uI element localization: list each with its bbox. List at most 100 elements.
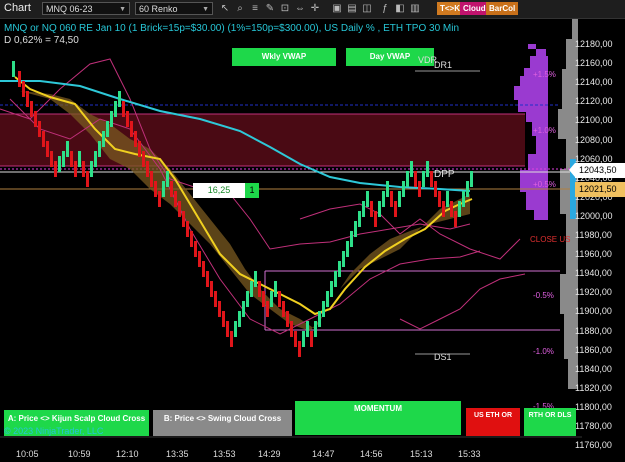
up-brick: [234, 321, 237, 337]
price-tick: 11880,00: [575, 325, 612, 336]
time-tick: 15:33: [458, 449, 481, 459]
barcol-tag[interactable]: BarCol: [486, 2, 519, 15]
indicator-icon[interactable]: ƒ: [378, 2, 392, 15]
down-brick: [170, 181, 173, 197]
down-brick: [218, 301, 221, 317]
up-brick: [166, 171, 169, 187]
up-brick: [58, 156, 61, 172]
momentum-button[interactable]: MOMENTUM: [295, 401, 461, 435]
up-brick: [426, 161, 429, 177]
down-brick: [186, 221, 189, 237]
down-brick: [38, 121, 41, 137]
down-brick: [154, 181, 157, 197]
rth-or-dls-button[interactable]: RTH OR DLS: [524, 408, 576, 436]
price-swing-cloud-button[interactable]: B: Price <> Swing Cloud Cross: [153, 410, 292, 436]
bar-type-selector[interactable]: 60 Renko ▼: [135, 2, 213, 15]
down-brick: [290, 321, 293, 337]
time-tick: 14:56: [360, 449, 383, 459]
crosshair-icon[interactable]: ✛: [308, 2, 322, 15]
up-brick: [338, 261, 341, 277]
up-brick: [98, 141, 101, 157]
down-brick: [434, 181, 437, 197]
price-tick: 11900,00: [575, 306, 612, 317]
down-brick: [134, 131, 137, 147]
time-tick: 12:10: [116, 449, 139, 459]
price-tick: 12080,00: [575, 134, 613, 145]
dr1-label: DR1: [434, 60, 453, 70]
down-brick: [374, 211, 377, 227]
down-brick: [202, 261, 205, 277]
pct-label: +0.5%: [533, 180, 556, 189]
strategy-icon[interactable]: ◧: [393, 2, 407, 15]
current-price-badge: 12043,50: [575, 163, 625, 178]
properties-icon[interactable]: ≡: [248, 2, 262, 15]
cloud-tag[interactable]: Cloud: [460, 2, 489, 15]
scroll-icon[interactable]: ⇔: [293, 2, 307, 15]
chart-info-line2: D 0,62% = 74,50: [4, 35, 79, 46]
chart-style-icon[interactable]: ▤: [345, 2, 359, 15]
draw-tool-icon[interactable]: ✎: [263, 2, 277, 15]
price-tick: 11940,00: [575, 268, 612, 279]
down-brick: [262, 291, 265, 307]
up-brick: [12, 61, 15, 77]
up-brick: [362, 201, 365, 217]
up-brick: [302, 331, 305, 347]
instrument-icon[interactable]: ▣: [330, 2, 344, 15]
up-brick: [90, 161, 93, 177]
down-brick: [26, 91, 29, 107]
weekly-vwap-button[interactable]: Wkly VWAP: [232, 48, 336, 66]
down-brick: [430, 171, 433, 187]
down-brick: [418, 181, 421, 197]
down-brick: [310, 331, 313, 347]
chevron-down-icon: ▼: [119, 6, 126, 13]
up-brick: [250, 281, 253, 297]
down-brick: [86, 171, 89, 187]
up-brick: [378, 201, 381, 217]
lock-icon[interactable]: ⊡: [278, 2, 292, 15]
up-brick: [422, 171, 425, 187]
us-eth-or-button[interactable]: US ETH OR: [466, 408, 520, 436]
templates-icon[interactable]: ▥: [408, 2, 422, 15]
up-brick: [470, 171, 473, 187]
price-tick: 12100,00: [575, 115, 613, 126]
down-brick: [74, 161, 77, 177]
price-tick: 11980,00: [575, 230, 612, 240]
down-brick: [182, 211, 185, 227]
up-brick: [94, 151, 97, 167]
pct-label: -0.5%: [533, 291, 554, 300]
cursor-icon[interactable]: ↖: [218, 2, 232, 15]
up-brick: [446, 191, 449, 207]
pct-label: +1.5%: [533, 70, 556, 79]
up-brick: [102, 131, 105, 147]
up-brick: [410, 161, 413, 177]
down-brick: [34, 111, 37, 127]
time-tick: 10:05: [16, 449, 39, 459]
copyright: © 2023 NinjaTrader, LLC: [4, 426, 104, 436]
up-brick: [254, 271, 257, 287]
price-tick: 11920,00: [575, 287, 612, 298]
data-series-icon[interactable]: ◫: [360, 2, 374, 15]
down-brick: [258, 281, 261, 297]
zoom-icon[interactable]: ⌕: [233, 2, 247, 15]
down-brick: [22, 81, 25, 97]
down-brick: [142, 151, 145, 167]
up-brick: [326, 291, 329, 307]
up-brick: [274, 281, 277, 297]
up-brick: [354, 221, 357, 237]
down-brick: [82, 161, 85, 177]
price-tick: 11800,00: [575, 401, 612, 412]
up-brick: [330, 281, 333, 297]
up-brick: [462, 191, 465, 207]
down-brick: [394, 201, 397, 217]
down-brick: [150, 171, 153, 187]
down-brick: [442, 201, 445, 217]
down-brick: [158, 191, 161, 207]
up-brick: [366, 191, 369, 207]
marker-price-badge: 12021,50: [575, 182, 625, 197]
up-brick: [110, 111, 113, 127]
instrument-selector[interactable]: MNQ 06-23 ▼: [42, 2, 130, 15]
down-brick: [294, 331, 297, 347]
up-brick: [458, 201, 461, 217]
up-brick: [66, 141, 69, 157]
up-brick: [402, 181, 405, 197]
